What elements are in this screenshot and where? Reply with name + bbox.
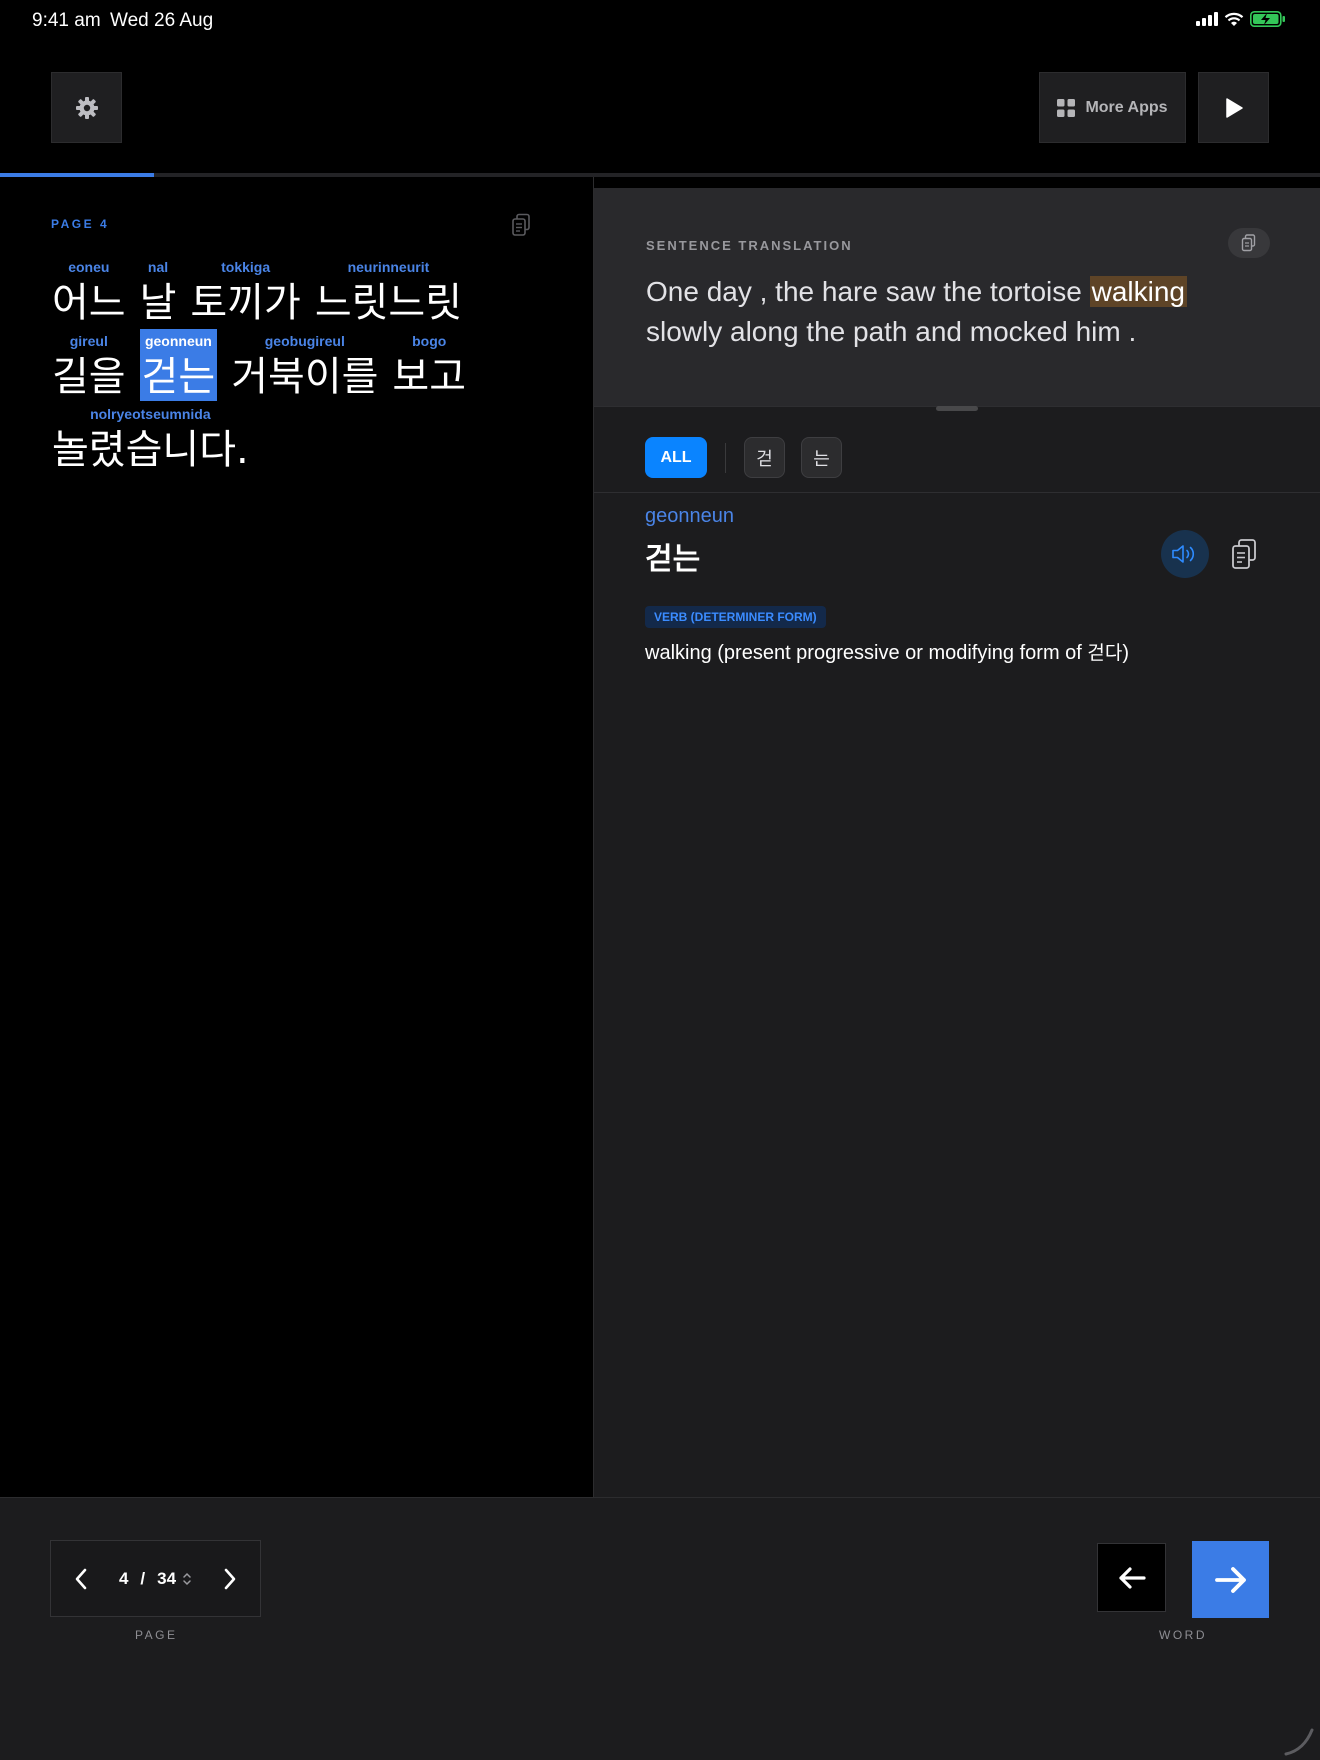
status-bar: 9:41 am Wed 26 Aug [0,0,1320,40]
play-button[interactable] [1198,72,1269,143]
word-hangul: 느릿느릿 [314,280,463,326]
gear-icon [75,96,98,119]
sentence-translation-card: SENTENCE TRANSLATION One day , the hare … [594,188,1320,406]
translation-highlighted-word: walking [1089,276,1187,307]
next-page-button[interactable] [200,1541,260,1616]
status-icons [1196,11,1286,27]
copy-word-icon[interactable] [1230,538,1258,570]
battery-charging-icon [1250,11,1285,27]
word-romanization: nolryeotseumnida [90,406,211,422]
play-icon [1225,97,1243,118]
tab-all[interactable]: ALL [645,437,707,478]
word-definition: walking (present progressive or modifyin… [645,638,1129,665]
settings-button[interactable] [51,72,122,143]
word-romanization: geonneun [144,333,212,349]
passage-word[interactable]: eoneu 어느 [52,255,126,327]
arrow-left-icon [1118,1566,1146,1589]
passage-word[interactable]: gireul 길을 [52,329,126,401]
word-romanization: geonneun [645,505,734,527]
tab-separator [725,442,726,473]
definition-korean: 걷다 [1087,642,1123,664]
word-romanization: bogo [412,333,447,349]
page-pager: 4 / 34 [50,1540,261,1617]
tab-morpheme[interactable]: 는 [801,437,842,478]
translation-after: slowly along the path and mocked him . [646,316,1137,347]
word-hangul: 보고 [392,354,467,400]
translation-before: One day , the hare saw the tortoise [646,276,1090,307]
cellular-signal-icon [1196,12,1218,26]
word-title: 걷는 [645,542,701,577]
passage-line: gireul 길을 geonneun 걷는 geobugireul 거북이를 b… [52,329,466,401]
play-audio-button[interactable] [1161,530,1209,578]
copy-translation-button[interactable] [1228,228,1270,258]
passage-line: nolryeotseumnida 놀렸습니다. [52,402,249,474]
resize-grip-icon [1284,1728,1314,1756]
grid-icon [1057,98,1076,117]
word-hangul: 길을 [52,354,126,400]
wifi-icon [1224,12,1244,26]
more-apps-button[interactable]: More Apps [1039,72,1186,143]
word-romanization: neurinneurit [347,259,430,275]
passage-word[interactable]: nal 날 [140,255,177,327]
page-caption: PAGE [135,1628,178,1642]
translation-text: One day , the hare saw the tortoise walk… [646,272,1266,352]
passage-line: eoneu 어느 nal 날 tokkiga 토끼가 neurinneurit … [52,255,462,327]
bottom-navigation-bar: 4 / 34 PAGE WORD [0,1497,1320,1760]
chevron-up-down-icon [183,1572,191,1585]
word-romanization: gireul [69,333,108,349]
word-hangul: 어느 [52,280,126,326]
passage-word[interactable]: geobugireul 거북이를 [231,329,378,401]
passage-word[interactable]: bogo 보고 [392,329,466,401]
page-label: PAGE 4 [51,217,110,231]
passage-word[interactable]: tokkiga 토끼가 [190,255,300,327]
section-label: SENTENCE TRANSLATION [646,238,853,253]
speaker-icon [1172,545,1195,563]
next-word-button[interactable] [1192,1541,1269,1618]
word-hangul: 토끼가 [190,280,301,326]
status-time: 9:41 am [32,10,101,31]
passage-word[interactable]: nolryeotseumnida 놀렸습니다. [52,402,249,474]
passage-word[interactable]: neurinneurit 느릿느릿 [315,255,462,327]
previous-page-button[interactable] [51,1541,111,1616]
passage-word-selected[interactable]: geonneun 걷는 [139,329,218,401]
word-romanization: geobugireul [264,333,345,349]
word-hangul: 걷는 [141,354,216,400]
total-pages: 34 [157,1568,177,1588]
word-detail-panel: ALL 걷 는 geonneun 걷는 VERB (DETERMINER FOR… [594,406,1320,1498]
arrow-right-icon [1214,1566,1246,1593]
part-of-speech-badge: VERB (DETERMINER FORM) [645,606,826,628]
word-caption: WORD [1159,1628,1207,1642]
tab-morpheme[interactable]: 걷 [744,437,785,478]
previous-word-button[interactable] [1097,1543,1166,1612]
copy-passage-icon[interactable] [511,213,533,237]
morpheme-tabs: ALL 걷 는 [645,437,858,478]
drag-handle[interactable] [936,406,978,411]
reading-progress-fill [0,173,155,177]
word-hangul: 날 [139,280,177,326]
status-date: Wed 26 Aug [110,10,214,31]
definition-close: ) [1122,642,1130,664]
word-romanization: nal [147,259,169,275]
word-romanization: eoneu [68,259,110,275]
current-page: 4 [118,1568,129,1588]
reading-progress-bar [0,173,1320,177]
word-hangul: 거북이를 [231,354,379,400]
more-apps-label: More Apps [1085,98,1168,116]
page-selector[interactable]: 4 / 34 [111,1569,200,1589]
copy-icon [1241,234,1256,252]
definition-text: walking (present progressive or modifyin… [645,642,1088,664]
divider [594,492,1320,493]
chevron-left-icon [75,1568,87,1589]
passage-panel: PAGE 4 eoneu 어느 nal 날 tokkiga 토끼가 neurin… [0,187,593,1497]
word-romanization: tokkiga [221,259,271,275]
page-separator: / [140,1568,146,1588]
word-hangul: 놀렸습니다. [52,427,249,473]
chevron-right-icon [224,1568,236,1589]
